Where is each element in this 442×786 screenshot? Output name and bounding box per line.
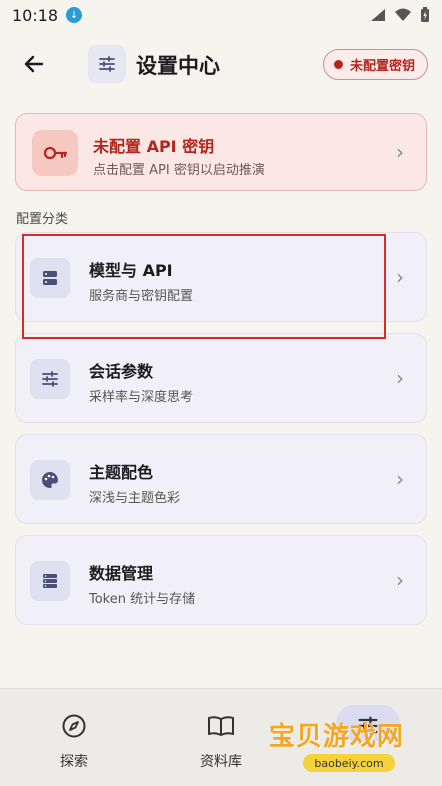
status-bar: 10:18 ↓ — [0, 0, 442, 30]
page-title: 设置中心 — [136, 54, 220, 78]
nav-item-library[interactable]: 资料库 — [171, 689, 271, 786]
storage-icon — [30, 561, 70, 601]
arrow-left-icon — [24, 55, 44, 73]
section-label: 配置分类 — [16, 212, 69, 227]
chevron-right-icon: › — [396, 140, 404, 164]
watermark-url: baobeiy.com — [303, 754, 395, 772]
category-subtitle: 服务商与密钥配置 — [89, 289, 194, 304]
nav-item-explore[interactable]: 探索 — [24, 689, 124, 786]
category-title: 模型与 API — [89, 261, 173, 280]
battery-icon — [421, 7, 429, 22]
watermark-logo: 宝贝游戏网 baobeiy.com — [265, 700, 425, 778]
signal-icon — [371, 9, 385, 21]
category-title: 数据管理 — [89, 564, 154, 583]
palette-icon — [30, 460, 70, 500]
api-key-warning-card[interactable]: 未配置 API 密钥 点击配置 API 密钥以启动推演 › — [15, 113, 427, 191]
chevron-right-icon: › — [396, 265, 404, 289]
chevron-right-icon: › — [396, 366, 404, 390]
nav-label: 资料库 — [200, 754, 242, 770]
category-title: 主题配色 — [89, 463, 154, 482]
back-button[interactable] — [18, 48, 50, 80]
category-subtitle: 深浅与主题色彩 — [89, 491, 181, 506]
category-title: 会话参数 — [89, 362, 154, 381]
category-card-theme[interactable]: 主题配色 深浅与主题色彩 › — [15, 434, 427, 524]
compass-icon — [59, 711, 89, 741]
nav-label: 探索 — [60, 754, 88, 770]
sliders-icon — [30, 359, 70, 399]
wifi-icon — [395, 8, 411, 21]
category-subtitle: 采样率与深度思考 — [89, 390, 194, 405]
watermark-text: 宝贝游戏网 — [269, 722, 405, 752]
category-subtitle: Token 统计与存储 — [89, 592, 196, 607]
chevron-right-icon: › — [396, 467, 404, 491]
download-icon: ↓ — [66, 7, 83, 23]
warning-subtitle: 点击配置 API 密钥以启动推演 — [93, 163, 265, 178]
status-time: 10:18 — [12, 5, 59, 25]
server-icon — [30, 258, 70, 298]
warning-title: 未配置 API 密钥 — [93, 137, 215, 156]
category-card-data[interactable]: 数据管理 Token 统计与存储 › — [15, 535, 427, 625]
category-card-model-api[interactable]: 模型与 API 服务商与密钥配置 › — [15, 232, 427, 322]
key-icon — [32, 130, 78, 176]
settings-sliders-icon — [88, 45, 126, 83]
chevron-right-icon: › — [396, 568, 404, 592]
top-app-bar: 设置中心 未配置密钥 — [0, 30, 442, 98]
category-card-session[interactable]: 会话参数 采样率与深度思考 › — [15, 333, 427, 423]
status-dot — [333, 60, 343, 69]
status-indicators — [370, 7, 430, 23]
book-icon — [206, 711, 236, 741]
status-badge-label: 未配置密钥 — [349, 59, 415, 74]
api-key-status-badge[interactable]: 未配置密钥 — [322, 49, 428, 80]
